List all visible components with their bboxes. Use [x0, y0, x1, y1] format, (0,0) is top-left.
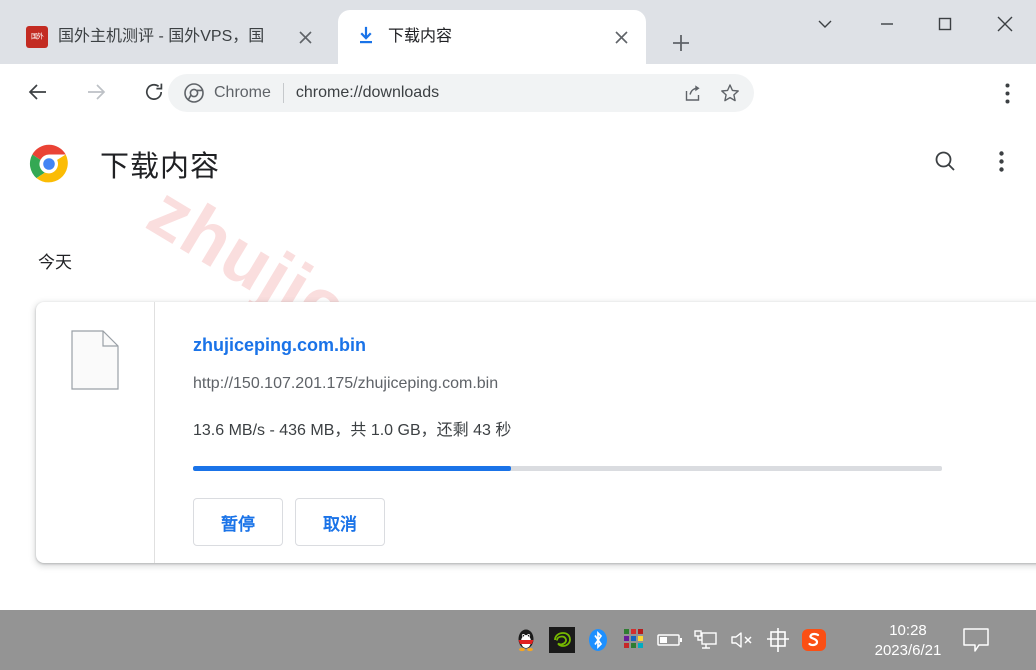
windows-taskbar: 10:28 2023/6/21 — [0, 610, 1036, 670]
download-file-name-link[interactable]: zhujiceping.com.bin — [193, 334, 1036, 356]
battery-icon[interactable] — [652, 622, 688, 658]
forward-button[interactable] — [76, 72, 116, 112]
window-controls — [792, 0, 1036, 64]
network-display-icon[interactable] — [688, 622, 724, 658]
date-group-label: 今天 — [38, 253, 72, 272]
downloads-header: 下载内容 — [0, 120, 1036, 208]
sogou-icon[interactable] — [796, 622, 832, 658]
page-title: 下载内容 — [100, 151, 221, 183]
download-action-buttons: 暂停 取消 — [193, 498, 1036, 546]
nvidia-icon[interactable] — [544, 622, 580, 658]
tab-search-chevron-down-icon[interactable] — [792, 0, 858, 48]
download-status-text: 13.6 MB/s - 436 MB，共 1.0 GB，还剩 43 秒 — [193, 422, 512, 439]
generic-file-icon — [71, 330, 119, 390]
notification-bubble-icon[interactable] — [962, 627, 990, 653]
red-seal-favicon-icon: 国外 — [26, 26, 48, 48]
search-icon[interactable] — [928, 144, 962, 178]
tab-1-close-icon[interactable] — [608, 24, 634, 50]
browser-toolbar: Chrome chrome://downloads — [0, 64, 1036, 120]
browser-menu-button[interactable] — [992, 78, 1022, 108]
omnibox-url: chrome://downloads — [295, 84, 440, 101]
tab-0-close-icon[interactable] — [292, 24, 318, 50]
cancel-button[interactable]: 取消 — [295, 498, 385, 546]
download-source-url: http://150.107.201.175/zhujiceping.com.b… — [193, 375, 499, 392]
taskbar-clock[interactable]: 10:28 2023/6/21 — [856, 622, 960, 660]
ime-chinese-icon[interactable] — [760, 622, 796, 658]
tab-0[interactable]: 国外 国外主机测评 - 国外VPS，国 — [8, 10, 330, 64]
chrome-icon — [184, 83, 204, 103]
tab-strip: 国外 国外主机测评 - 国外VPS，国 下载内容 — [0, 0, 1036, 64]
tab-1[interactable]: 下载内容 — [338, 10, 646, 64]
omnibox-site-label: Chrome — [214, 84, 271, 101]
clock-date: 2023/6/21 — [874, 642, 942, 659]
new-tab-button[interactable] — [660, 22, 702, 64]
downloads-page: zhujiceping.com 下载内容 — [0, 120, 1036, 610]
colorgrid-icon[interactable] — [616, 622, 652, 658]
bluetooth-icon[interactable] — [580, 622, 616, 658]
pause-button[interactable]: 暂停 — [193, 498, 283, 546]
chrome-logo-icon — [28, 143, 70, 185]
bookmark-star-icon[interactable] — [716, 79, 744, 107]
downloads-header-actions — [928, 144, 1018, 178]
clock-time: 10:28 — [889, 622, 927, 639]
address-bar[interactable]: Chrome chrome://downloads — [168, 74, 754, 112]
minimize-button[interactable] — [858, 0, 916, 48]
tab-1-title: 下载内容 — [388, 28, 453, 45]
download-file-icon-column — [36, 302, 155, 563]
back-button[interactable] — [18, 72, 58, 112]
download-item-card: zhujiceping.com.bin http://150.107.201.1… — [36, 302, 1036, 563]
download-progress-bar — [193, 466, 942, 471]
maximize-button[interactable] — [916, 0, 974, 48]
download-progress-fill — [193, 466, 512, 471]
download-arrow-icon — [356, 26, 378, 48]
share-icon[interactable] — [678, 79, 706, 107]
close-window-button[interactable] — [974, 0, 1036, 48]
system-tray — [508, 622, 832, 658]
download-item-body: zhujiceping.com.bin http://150.107.201.1… — [155, 302, 1036, 563]
tab-0-title: 国外主机测评 - 国外VPS，国 — [58, 28, 265, 45]
speaker-muted-icon[interactable] — [724, 622, 760, 658]
more-options-kebab-icon[interactable] — [984, 144, 1018, 178]
omnibox-separator — [282, 83, 284, 103]
qq-icon[interactable] — [508, 622, 544, 658]
browser-window: 国外 国外主机测评 - 国外VPS，国 下载内容 Chrome chrome:/… — [0, 0, 1036, 670]
